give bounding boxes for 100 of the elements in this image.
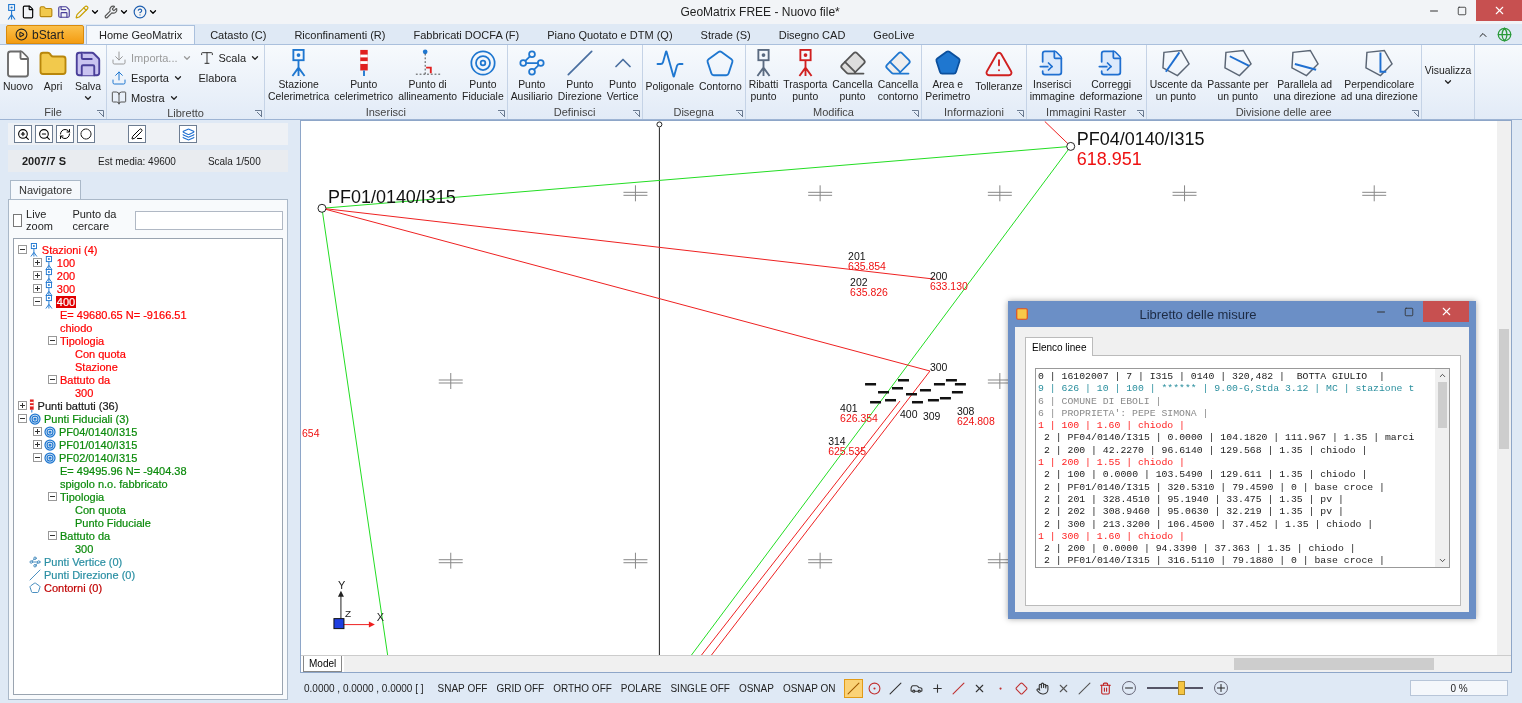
tree-item[interactable]: Con quota [74,347,127,360]
lines-listbox[interactable] [1035,368,1450,568]
ribbon-button[interactable]: Tolleranze [973,47,1025,105]
ribbon-button[interactable]: Elabora [195,68,264,87]
tree-item[interactable]: Tipologia [59,334,106,347]
zoom-extents-button[interactable] [77,125,95,143]
ribbon-button[interactable]: Visualizza [1422,47,1474,105]
ribbon-button[interactable]: Trasporta punto [781,47,830,105]
launcher-icon[interactable] [497,110,505,117]
start-button[interactable]: bStart [6,25,84,44]
ribbon-button[interactable]: Cancella punto [830,47,875,105]
collapse-icon[interactable] [33,453,42,462]
ribbon-button[interactable]: Perpendicolare ad una direzione [1338,47,1420,105]
live-zoom-checkbox[interactable]: Live zoom [13,208,59,232]
model-tab[interactable]: Model [303,656,343,672]
expand-icon[interactable] [33,271,42,280]
ribbon-tab[interactable]: Home GeoMatrix [86,25,196,44]
tree-item[interactable]: 400 [55,295,77,308]
ribbon-tab[interactable]: Disegno CAD [765,25,859,44]
collapse-icon[interactable] [18,245,27,254]
launcher-icon[interactable] [735,110,743,117]
tree-item[interactable]: Battuto da [59,529,112,542]
ribbon-tab[interactable]: Fabbricati DOCFA (F) [400,25,533,44]
ribbon-button[interactable]: Punto Fiduciale [460,47,506,105]
ribbon-button[interactable]: Punto di allineamento [396,47,460,105]
ribbon-button[interactable]: Uscente da un punto [1147,47,1205,105]
ribbon-button[interactable]: Passante per un punto [1205,47,1271,105]
dialog-tab[interactable]: Elenco linee [1025,337,1094,356]
launcher-icon[interactable] [1016,110,1024,117]
ribbon-button[interactable]: Esporta [108,68,195,87]
search-field[interactable] [135,210,283,230]
expand-icon[interactable] [33,284,42,293]
ribbon-button[interactable]: Ribatti punto [746,47,781,105]
tree-item[interactable]: Stazioni (4) [40,243,99,256]
tree-item[interactable]: chiodo [59,321,94,334]
ribbon-button[interactable]: Correggi deformazione [1077,47,1145,105]
launcher-icon[interactable] [255,110,263,117]
tree-item[interactable]: Punti battuti (36) [36,399,120,412]
horizontal-scrollbar[interactable] [344,656,1511,672]
scrollbar-thumb[interactable] [1499,329,1509,449]
list-line[interactable]: 2 | 200 | 42.2270 | 96.6140 | 129.568 | 1.35 | chiodo | [1038,444,1433,458]
vertical-scrollbar[interactable] [1497,121,1511,655]
ribbon-button[interactable]: Scala [195,48,264,67]
layers-button[interactable] [179,125,197,143]
ribbon-button[interactable]: Stazione Celerimetrica [266,47,332,105]
tree-item[interactable]: E= 49495.96 N= -9404.38 [59,464,188,477]
collapse-icon[interactable] [48,531,57,540]
pen-button[interactable] [128,125,146,143]
status-toggle[interactable]: ORTHO OFF [552,682,613,694]
tree-item[interactable]: PF01/0140/I315 [58,438,139,451]
ribbon-button[interactable]: Inserisci immagine [1027,47,1077,105]
ribbon-button[interactable]: Apri [36,47,71,105]
globe-icon[interactable] [1497,27,1512,42]
ribbon-tab[interactable]: Riconfinamenti (R) [281,25,399,44]
ribbon-button[interactable]: Punto Vertice [604,47,641,105]
list-line[interactable]: 2 | 202 | 308.9460 | 95.0630 | 32.219 | 1.35 | pv | [1038,506,1433,519]
tree-item[interactable]: 100 [55,256,77,269]
expand-icon[interactable] [33,427,42,436]
tree-item[interactable]: Tipologia [59,490,106,503]
ribbon-button[interactable]: Punto celerimetrico [332,47,396,105]
zoom-out-button[interactable] [35,125,53,143]
ribbon-button[interactable]: Punto Direzione [555,47,604,105]
ribbon-tab[interactable]: Strade (S) [687,25,764,44]
list-line[interactable]: 6 | COMUNE DI EBOLI | [1038,395,1433,408]
launcher-icon[interactable] [632,110,640,117]
collapse-icon[interactable] [48,492,57,501]
status-toggle[interactable]: OSNAP [737,682,775,694]
status-toggle[interactable]: GRID OFF [495,682,546,694]
ribbon-button[interactable]: Nuovo [1,47,36,105]
scrollbar-thumb[interactable] [1234,658,1435,670]
scrollbar-thumb[interactable] [1437,382,1447,428]
list-line[interactable]: 1 | 200 | 1.55 | chiodo | [1038,457,1433,470]
status-toggle[interactable]: SINGLE OFF [669,682,731,694]
tree-item[interactable]: 300 [74,542,95,555]
ribbon-button[interactable]: Area e Perimetro [923,47,973,105]
tree-item[interactable]: PF02/0140/I315 [58,451,139,464]
list-line[interactable]: 2 | PF04/0140/I315 | 0.0000 | 104.1820 | 111.967 | 1.35 | marci [1038,432,1433,445]
ribbon-button[interactable]: Contorno [697,47,744,105]
launcher-icon[interactable] [1411,110,1419,117]
navigator-tab[interactable]: Navigatore [10,180,82,199]
list-line[interactable]: 2 | 201 | 328.4510 | 95.1940 | 33.475 | 1.35 | pv | [1038,493,1433,507]
ribbon-button[interactable]: Poligonale [643,47,697,105]
ribbon-button[interactable]: Cancella contorno [875,47,921,105]
expand-icon[interactable] [33,440,42,449]
ribbon-tab[interactable]: GeoLive [860,25,928,44]
scroll-up-icon[interactable] [1437,371,1447,380]
tree-item[interactable]: Punti Vertice (0) [43,555,124,568]
tree-item[interactable]: Battuto da [59,373,112,386]
launcher-icon[interactable] [912,110,920,117]
list-line[interactable]: 2 | PF01/0140/I315 | 316.5110 | 79.1880 | 0 | base croce | [1038,555,1433,567]
collapse-icon[interactable] [33,297,42,306]
collapse-icon[interactable] [18,414,27,423]
tree-item[interactable]: Contorni (0) [43,581,104,594]
expand-icon[interactable] [33,258,42,267]
ribbon-button[interactable]: Salva [71,47,106,105]
status-toggle[interactable]: SNAP OFF [436,682,489,694]
launcher-icon[interactable] [1136,110,1144,117]
slider-thumb[interactable] [1178,681,1186,695]
tree-item[interactable]: 300 [55,282,77,295]
ribbon-button[interactable]: Mostra [108,88,195,107]
